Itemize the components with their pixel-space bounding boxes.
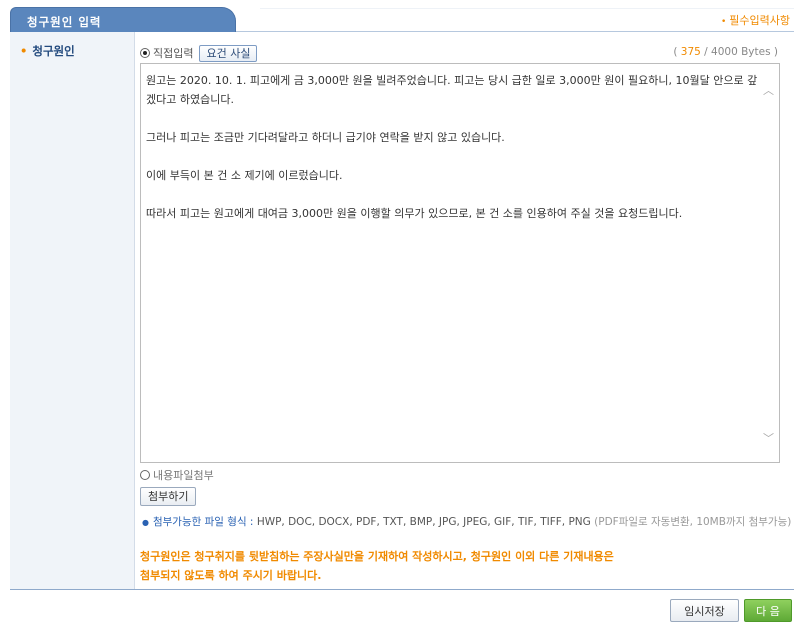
direct-input-row: 직접입력 요건 사실 bbox=[140, 44, 258, 62]
file-types: HWP, DOC, DOCX, PDF, TXT, BMP, JPG, JPEG… bbox=[256, 516, 591, 528]
textarea-paragraph: 그러나 피고는 조금만 기다려달라고 하더니 급기야 연락을 받지 않고 있습니… bbox=[146, 131, 505, 144]
file-info-key: 첨부가능한 파일 형식 : bbox=[152, 516, 257, 528]
field-label-text: 청구원인 bbox=[32, 44, 75, 58]
tab-claim-cause-input[interactable]: 청구원인 입력 bbox=[10, 7, 236, 32]
required-bullet-icon: • bbox=[720, 17, 727, 27]
textarea-paragraph: 따라서 피고는 원고에게 대여금 3,000만 원을 이행할 의무가 있으므로,… bbox=[146, 207, 683, 220]
label-column: • 청구원인 bbox=[10, 32, 135, 589]
requirement-facts-button[interactable]: 요건 사실 bbox=[199, 44, 258, 62]
form-bottom-line bbox=[10, 589, 794, 590]
bullet-icon: • bbox=[20, 44, 28, 58]
temp-save-button[interactable]: 임시저장 bbox=[670, 599, 739, 622]
tab-title: 청구원인 입력 bbox=[27, 15, 102, 29]
required-note-text: 필수입력사항 bbox=[729, 14, 790, 27]
textarea-paragraph: 원고는 2020. 10. 1. 피고에게 금 3,000만 원을 빌려주었습니… bbox=[146, 74, 758, 106]
tab-divider bbox=[260, 8, 794, 9]
warning-line: 청구원인은 청구취지를 뒷받침하는 주장사실만을 기재하여 작성하시고, 청구원… bbox=[140, 550, 614, 563]
attach-button[interactable]: 첨부하기 bbox=[140, 487, 197, 506]
file-attach-radio[interactable] bbox=[140, 470, 150, 480]
byte-count: 375 bbox=[680, 46, 701, 58]
file-attach-label[interactable]: 내용파일첨부 bbox=[153, 467, 214, 483]
required-note: • 필수입력사항 bbox=[721, 12, 790, 28]
chevron-up-icon[interactable]: ︿ bbox=[763, 82, 774, 98]
warning-line: 첨부되지 않도록 하여 주시기 바랍니다. bbox=[140, 569, 322, 582]
direct-input-label[interactable]: 직접입력 bbox=[153, 45, 193, 61]
direct-input-radio[interactable] bbox=[140, 48, 150, 58]
allowed-file-info: ● 첨부가능한 파일 형식 : HWP, DOC, DOCX, PDF, TXT,… bbox=[142, 514, 792, 531]
textarea-content[interactable]: 원고는 2020. 10. 1. 피고에게 금 3,000만 원을 빌려주었습니… bbox=[146, 71, 758, 242]
field-label: • 청구원인 bbox=[20, 43, 75, 59]
next-button[interactable]: 다 음 bbox=[744, 599, 792, 622]
byte-limit: / 4000 Bytes ) bbox=[704, 46, 778, 58]
byte-counter: ( 375 / 4000 Bytes ) bbox=[673, 46, 778, 58]
warning-text: 청구원인은 청구취지를 뒷받침하는 주장사실만을 기재하여 작성하시고, 청구원… bbox=[140, 547, 790, 585]
info-bullet-icon: ● bbox=[142, 518, 149, 527]
tab-bar: 청구원인 입력 • 필수입력사항 bbox=[0, 0, 800, 32]
file-info-note: (PDF파일로 자동변환, 10MB까지 첨부가능) bbox=[590, 516, 792, 528]
claim-cause-textarea[interactable]: 원고는 2020. 10. 1. 피고에게 금 3,000만 원을 빌려주었습니… bbox=[140, 63, 780, 463]
file-attach-row: 내용파일첨부 bbox=[140, 467, 214, 483]
chevron-down-icon[interactable]: ﹀ bbox=[763, 430, 774, 446]
textarea-paragraph: 이에 부득이 본 건 소 제기에 이르렀습니다. bbox=[146, 169, 343, 182]
byte-counter-open: ( bbox=[673, 46, 678, 58]
